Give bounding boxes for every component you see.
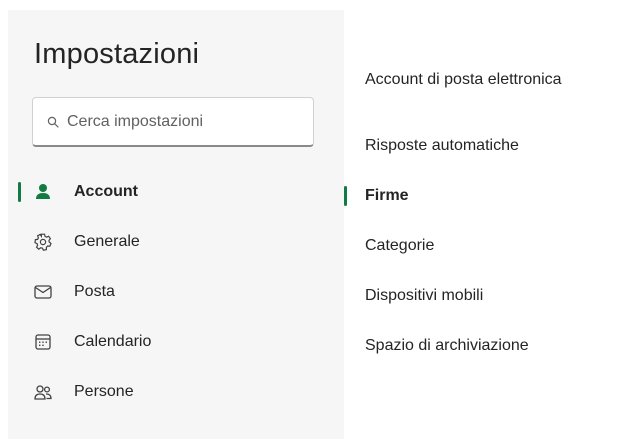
settings-title: Impostazioni	[34, 38, 200, 70]
search-icon	[47, 116, 59, 128]
nav-item-label: Calendario	[74, 333, 152, 350]
nav-item-label: Account	[74, 183, 138, 200]
subnav-item-label: Categorie	[365, 237, 435, 254]
subnav-item-storage[interactable]: Spazio di archiviazione	[344, 328, 644, 364]
subnav-item-mobile-devices[interactable]: Dispositivi mobili	[344, 278, 644, 314]
settings-window: Impostazioni Account	[0, 0, 644, 439]
search-box[interactable]	[32, 97, 314, 147]
nav-item-account[interactable]: Account	[8, 172, 344, 212]
nav-item-general[interactable]: Generale	[8, 222, 344, 262]
subnav-item-categories[interactable]: Categorie	[344, 228, 644, 264]
subnav-item-email-accounts[interactable]: Account di posta elettronica	[344, 62, 644, 98]
nav-item-label: Generale	[74, 233, 140, 250]
subnav-item-label: Risposte automatiche	[365, 137, 519, 154]
subnav-item-automatic-replies[interactable]: Risposte automatiche	[344, 128, 644, 164]
settings-nav-pane: Impostazioni Account	[8, 10, 344, 439]
nav-item-calendar[interactable]: Calendario	[8, 322, 344, 362]
people-icon	[32, 381, 54, 403]
search-input[interactable]	[67, 112, 297, 131]
nav-item-label: Posta	[74, 283, 115, 300]
selection-marker	[18, 182, 21, 202]
mail-icon	[32, 281, 54, 303]
subnav-item-label: Spazio di archiviazione	[365, 337, 529, 354]
nav-item-mail[interactable]: Posta	[8, 272, 344, 312]
subnav-item-label: Dispositivi mobili	[365, 287, 484, 304]
selection-marker	[344, 186, 347, 206]
calendar-icon	[32, 331, 54, 353]
account-subnav-pane: Account di posta elettronica Risposte au…	[344, 10, 644, 439]
gear-icon	[32, 231, 54, 253]
nav-item-label: Persone	[74, 383, 134, 400]
subnav-item-label: Account di posta elettronica	[365, 71, 562, 88]
subnav-item-signatures[interactable]: Firme	[344, 178, 644, 214]
person-icon	[32, 181, 54, 203]
subnav-item-label: Firme	[365, 187, 409, 204]
nav-item-people[interactable]: Persone	[8, 372, 344, 412]
